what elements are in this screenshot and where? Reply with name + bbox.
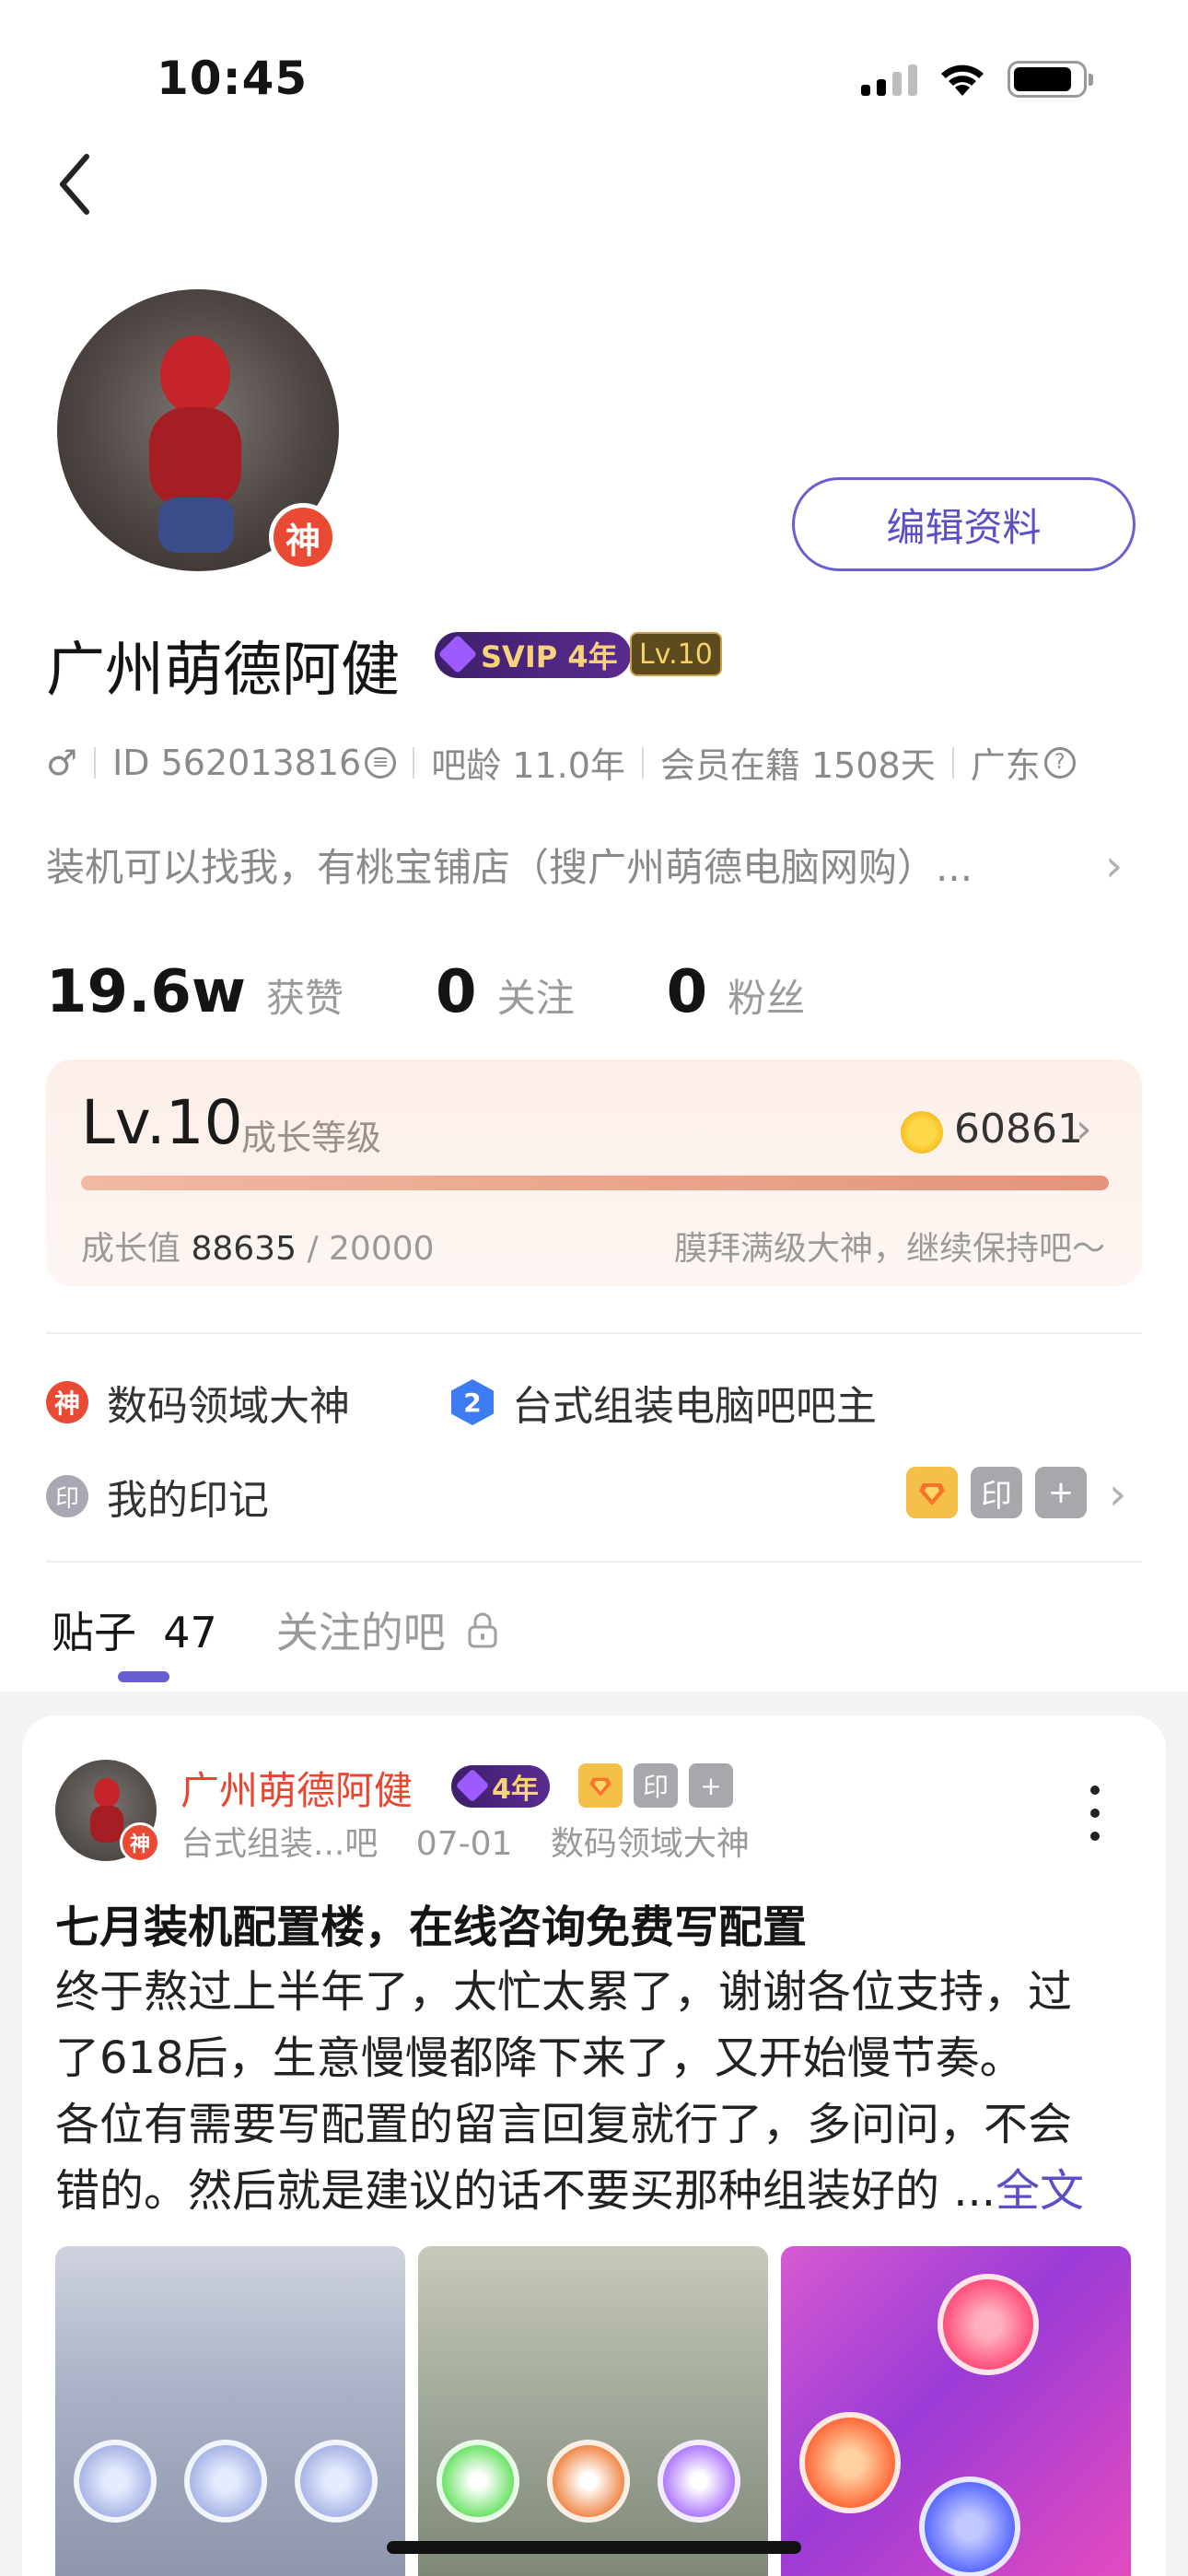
battery-icon (1007, 61, 1093, 98)
honor-item[interactable]: 2 台式组装电脑吧吧主 (451, 1373, 877, 1432)
edit-profile-button[interactable]: 编辑资料 (792, 477, 1136, 571)
post-body[interactable]: 终于熬过上半年了，太忙太累了，谢谢各位支持，过 了618后，生意慢慢都降下来了，… (55, 1959, 1142, 2224)
stamp-icon: 印 (634, 1763, 678, 1808)
post-author-badges: 印 + (578, 1763, 733, 1808)
level-progress-bar (81, 1176, 1109, 1190)
level-value: Lv.10 (81, 1087, 243, 1158)
moderator-badge-icon: 2 (451, 1379, 494, 1425)
username: 广州萌德阿健 (46, 637, 400, 705)
location: 广东 (970, 745, 1041, 786)
chevron-right-icon[interactable]: › (1076, 1106, 1092, 1153)
profile-meta: ♂ ID 562013816 ≡ 吧龄 11.0年 会员在籍 1508天 广东 … (46, 737, 1076, 788)
stat-followers[interactable]: 0 粉丝 (667, 958, 806, 1026)
post-meta: 台式组装...吧 07-01 数码领域大神 (181, 1817, 777, 1865)
post-honor: 数码领域大神 (550, 1825, 750, 1863)
stat-likes[interactable]: 19.6w 获赞 (46, 958, 344, 1026)
post-image[interactable] (781, 2246, 1131, 2576)
god-badge-icon: 神 (46, 1381, 88, 1423)
status-bar: 10:45 (0, 0, 1188, 157)
plus-icon: + (1035, 1467, 1087, 1518)
read-more-link[interactable]: 全文 (996, 2165, 1084, 2217)
coin-count[interactable]: 60861 (954, 1106, 1083, 1153)
stat-following[interactable]: 0 关注 (436, 958, 575, 1026)
post-image[interactable] (418, 2246, 768, 2576)
stats-row: 19.6w 获赞 0 关注 0 粉丝 (46, 958, 897, 1026)
post-image[interactable] (55, 2246, 405, 2576)
level-label: 成长等级 (241, 1118, 382, 1158)
wifi-icon (941, 64, 984, 96)
mark-badges[interactable]: 印 + (906, 1467, 1087, 1518)
user-id[interactable]: ID 562013816 (112, 743, 361, 783)
bio[interactable]: 装机可以找我，有桃宝铺店（搜广州萌德电脑网购）... (46, 837, 1096, 893)
copy-icon[interactable]: ≡ (365, 746, 397, 779)
status-icons (861, 61, 1093, 98)
home-indicator (387, 2541, 801, 2554)
divider (46, 1561, 1142, 1563)
lock-icon (468, 1612, 497, 1648)
coin-icon (901, 1111, 943, 1153)
my-marks[interactable]: 印 我的印记 (46, 1467, 269, 1526)
level-card[interactable]: Lv.10 成长等级 60861 › 成长值 88635 / 20000 膜拜满… (46, 1060, 1142, 1286)
chevron-right-icon[interactable]: › (1105, 840, 1123, 892)
tab-posts[interactable]: 贴子 47 (52, 1599, 217, 1660)
tab-followed-bars[interactable]: 关注的吧 (276, 1599, 499, 1660)
member-days: 会员在籍 1508天 (659, 745, 936, 786)
tab-indicator (118, 1671, 169, 1682)
post-forum[interactable]: 台式组装...吧 (181, 1825, 378, 1863)
vip-badge[interactable]: 4年 (451, 1765, 550, 1808)
level-message: 膜拜满级大神，继续保持吧～ (673, 1230, 1105, 1268)
medal-icon (578, 1763, 623, 1808)
svip-badge[interactable]: SVIP 4年 (435, 632, 631, 678)
god-badge-icon: 神 (269, 503, 337, 571)
chevron-right-icon[interactable]: › (1109, 1469, 1126, 1520)
help-icon[interactable]: ? (1043, 746, 1076, 779)
more-options-icon[interactable] (1090, 1786, 1103, 1841)
gender-icon: ♂ (46, 742, 78, 783)
plus-icon: + (689, 1763, 733, 1808)
post-title[interactable]: 七月装机配置楼，在线咨询免费写配置 (55, 1891, 807, 1955)
back-arrow-icon[interactable] (50, 147, 105, 221)
divider (46, 1332, 1142, 1334)
post-images (55, 2246, 1131, 2576)
growth-value: 成长值 88635 / 20000 (81, 1230, 435, 1268)
bar-age: 吧龄 11.0年 (431, 745, 625, 786)
honor-item[interactable]: 神 数码领域大神 (46, 1373, 350, 1432)
status-time: 10:45 (157, 52, 309, 105)
cellular-signal-icon (861, 63, 917, 96)
stamp-icon: 印 (971, 1467, 1022, 1518)
post-date: 07-01 (415, 1825, 513, 1863)
level-badge[interactable]: Lv.10 (630, 632, 722, 676)
medal-icon (906, 1467, 958, 1518)
tab-bar: 贴子 47 关注的吧 (52, 1599, 558, 1660)
god-badge-icon: 神 (120, 1822, 160, 1863)
stamp-icon: 印 (46, 1475, 88, 1517)
post-author-name[interactable]: 广州萌德阿健 (181, 1760, 413, 1816)
